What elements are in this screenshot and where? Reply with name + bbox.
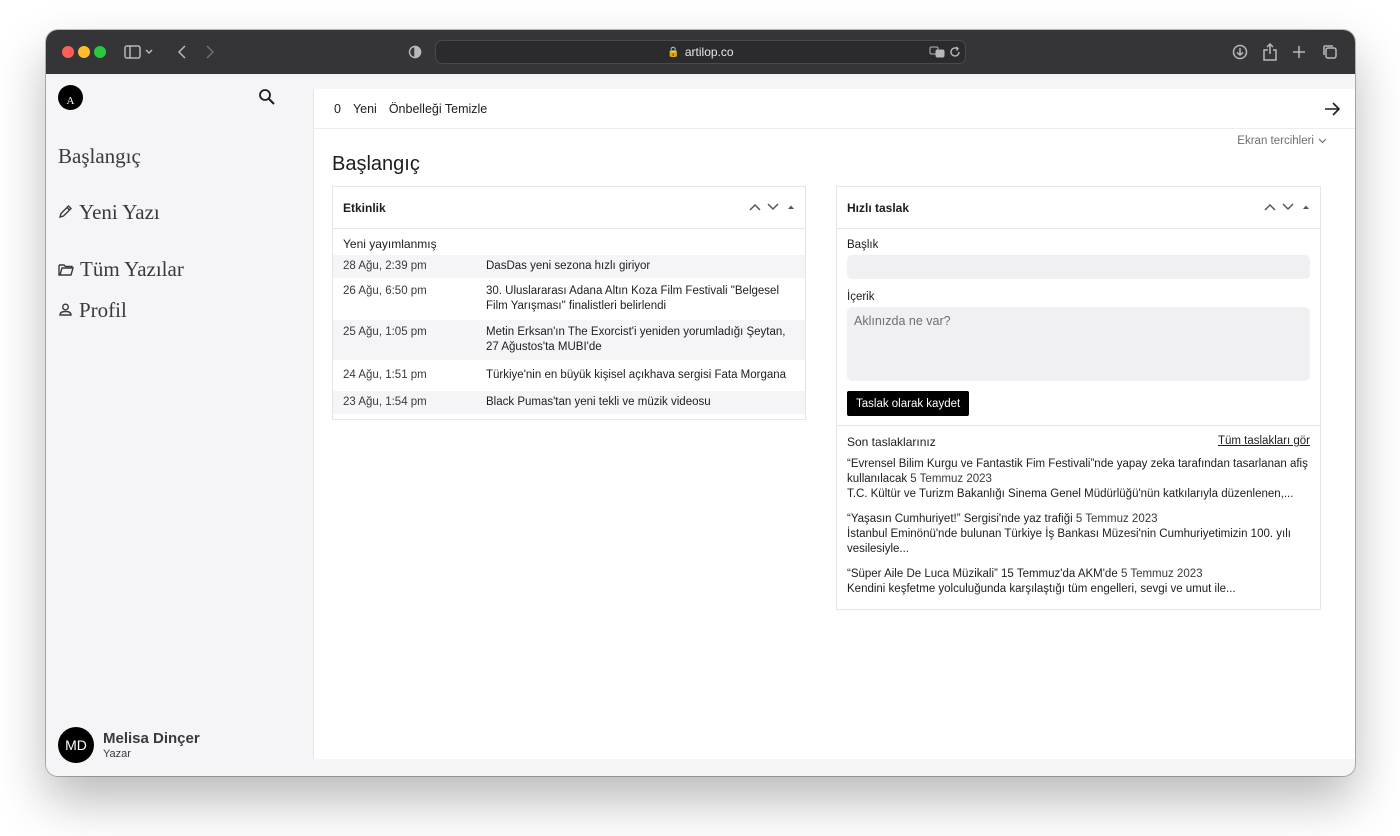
downloads-icon[interactable] <box>1232 41 1248 63</box>
privacy-shield-icon[interactable] <box>408 41 422 63</box>
sidebar-item-tum-yazilar[interactable]: Tüm Yazılar <box>58 257 184 282</box>
sidebar-toggle-icon[interactable] <box>124 41 154 63</box>
page: A Başlangıç Yeni Yazı Tüm Yazılar Profil… <box>46 74 1355 776</box>
draft-title-link[interactable]: “Yaşasın Cumhuriyet!” Sergisi'nde yaz tr… <box>847 513 1073 525</box>
view-all-drafts-link[interactable]: Tüm taslakları gör <box>1218 435 1310 449</box>
screen-options-toggle[interactable]: Ekran tercihleri <box>1237 135 1327 147</box>
draft-date: 5 Temmuz 2023 <box>1075 513 1158 525</box>
draft-item: “Evrensel Bilim Kurgu ve Fantastik Fim F… <box>837 455 1320 510</box>
activity-date: 23 Ağu, 1:54 pm <box>343 396 427 408</box>
activity-date: 28 Ağu, 2:39 pm <box>343 260 427 272</box>
quick-draft-widget: Hızlı taslak Başlık İçerik Taslak olarak… <box>836 186 1321 610</box>
collapse-toggle-icon[interactable] <box>1300 200 1312 214</box>
activity-row: 26 Ağu, 6:50 pm 30. Uluslararası Adana A… <box>333 278 805 320</box>
back-icon[interactable] <box>176 41 188 63</box>
site-logo[interactable]: A <box>58 85 83 110</box>
close-window-button[interactable] <box>62 46 74 58</box>
activity-row: 24 Ağu, 1:51 pm Türkiye'nin en büyük kiş… <box>333 360 805 391</box>
save-draft-button[interactable]: Taslak olarak kaydet <box>847 391 970 416</box>
sidebar-item-profil[interactable]: Profil <box>58 298 127 323</box>
recent-drafts-header: Son taslaklarınız Tüm taslakları gör <box>837 426 1320 455</box>
avatar[interactable]: MD <box>58 727 94 763</box>
sidebar-item-baslangic[interactable]: Başlangıç <box>58 144 141 169</box>
user-icon <box>58 298 73 323</box>
activity-post-link[interactable]: Metin Erksan'ın The Exorcist'i yeniden y… <box>486 325 795 355</box>
activity-post-link[interactable]: DasDas yeni sezona hızlı giriyor <box>486 259 795 274</box>
browser-toolbar: 🔒 artilop.co <box>46 30 1355 74</box>
activity-post-link[interactable]: Black Pumas'tan yeni tekli ve müzik vide… <box>486 395 795 410</box>
draft-excerpt: T.C. Kültür ve Turizm Bakanlığı Sinema G… <box>847 488 1294 500</box>
sidebar-item-label: Profil <box>79 298 127 322</box>
draft-item: “Yaşasın Cumhuriyet!” Sergisi'nde yaz tr… <box>837 510 1320 565</box>
comment-count[interactable]: 0 <box>334 102 341 116</box>
address-bar[interactable]: 🔒 artilop.co <box>435 40 966 64</box>
draft-date: 5 Temmuz 2023 <box>910 473 992 485</box>
clear-cache-button[interactable]: Önbelleği Temizle <box>389 102 487 116</box>
draft-excerpt: Kendini keşfetme yolculuğunda karşılaştı… <box>847 583 1236 595</box>
reload-icon[interactable] <box>949 41 961 63</box>
main-panel: 0 Yeni Önbelleği Temizle Ekran tercihler… <box>314 89 1355 759</box>
move-up-icon[interactable] <box>749 200 761 214</box>
tab-overview-icon[interactable] <box>1322 41 1338 63</box>
share-icon[interactable] <box>1262 41 1278 63</box>
sidebar-item-yeni-yazi[interactable]: Yeni Yazı <box>58 200 160 225</box>
activity-post-link[interactable]: Türkiye'nin en büyük kişisel açıkhava se… <box>486 368 795 383</box>
minimize-window-button[interactable] <box>78 46 90 58</box>
activity-widget: Etkinlik Yeni yayımlanmış 28 Ağu, 2:39 p… <box>332 186 806 420</box>
new-button[interactable]: Yeni <box>353 102 377 116</box>
activity-row: 28 Ağu, 2:39 pm DasDas yeni sezona hızlı… <box>333 255 805 278</box>
move-down-icon[interactable] <box>767 200 779 214</box>
browser-window: 🔒 artilop.co A Başlangıç Yeni Yazı Tüm Y… <box>46 30 1355 776</box>
chevron-down-icon <box>1318 135 1327 147</box>
activity-date: 24 Ağu, 1:51 pm <box>343 369 427 381</box>
arrow-right-icon[interactable] <box>1323 100 1341 118</box>
activity-date: 26 Ağu, 6:50 pm <box>343 285 427 297</box>
quick-draft-title: Hızlı taslak <box>847 200 910 215</box>
admin-topbar: 0 Yeni Önbelleği Temizle <box>314 89 1355 129</box>
quick-draft-header: Hızlı taslak <box>837 187 1320 229</box>
current-user[interactable]: MD Melisa Dinçer Yazar <box>58 727 200 763</box>
sidebar: A Başlangıç Yeni Yazı Tüm Yazılar Profil… <box>46 74 314 776</box>
user-name: Melisa Dinçer <box>103 730 200 747</box>
new-tab-icon[interactable] <box>1292 41 1306 63</box>
activity-date: 25 Ağu, 1:05 pm <box>343 326 427 338</box>
collapse-toggle-icon[interactable] <box>785 200 797 214</box>
search-icon[interactable] <box>258 88 276 106</box>
draft-content-label: İçerik <box>847 291 875 303</box>
url-text: artilop.co <box>684 45 734 59</box>
screen-options-label: Ekran tercihleri <box>1237 135 1314 147</box>
activity-header: Etkinlik <box>333 187 805 229</box>
draft-title-link[interactable]: “Süper Aile De Luca Müzikali” 15 Temmuz'… <box>847 568 1118 580</box>
draft-title-label: Başlık <box>847 239 879 251</box>
draft-content-input[interactable] <box>847 307 1310 381</box>
sidebar-item-label: Yeni Yazı <box>79 200 160 224</box>
draft-item: “Süper Aile De Luca Müzikali” 15 Temmuz'… <box>837 565 1320 605</box>
activity-row: 25 Ağu, 1:05 pm Metin Erksan'ın The Exor… <box>333 320 805 360</box>
sidebar-item-label: Tüm Yazılar <box>80 257 184 281</box>
move-up-icon[interactable] <box>1264 200 1276 214</box>
activity-post-link[interactable]: 30. Uluslararası Adana Altın Koza Film F… <box>486 284 795 314</box>
translate-icon[interactable] <box>929 41 945 63</box>
user-role: Yazar <box>103 748 131 760</box>
folder-icon <box>58 257 74 282</box>
sidebar-item-label: Başlangıç <box>58 144 141 168</box>
forward-icon[interactable] <box>204 41 216 63</box>
move-down-icon[interactable] <box>1282 200 1294 214</box>
recent-drafts-title: Son taslaklarınız <box>847 435 936 449</box>
draft-excerpt: İstanbul Eminönü'nde bulunan Türkiye İş … <box>847 528 1291 555</box>
lock-icon: 🔒 <box>667 46 680 58</box>
activity-title: Etkinlik <box>343 200 386 215</box>
activity-subtitle: Yeni yayımlanmış <box>343 237 437 251</box>
draft-title-input[interactable] <box>847 255 1310 279</box>
maximize-window-button[interactable] <box>94 46 106 58</box>
draft-date: 5 Temmuz 2023 <box>1120 568 1203 580</box>
pencil-icon <box>58 200 73 225</box>
activity-row: 23 Ağu, 1:54 pm Black Pumas'tan yeni tek… <box>333 391 805 414</box>
page-title: Başlangıç <box>332 153 420 175</box>
